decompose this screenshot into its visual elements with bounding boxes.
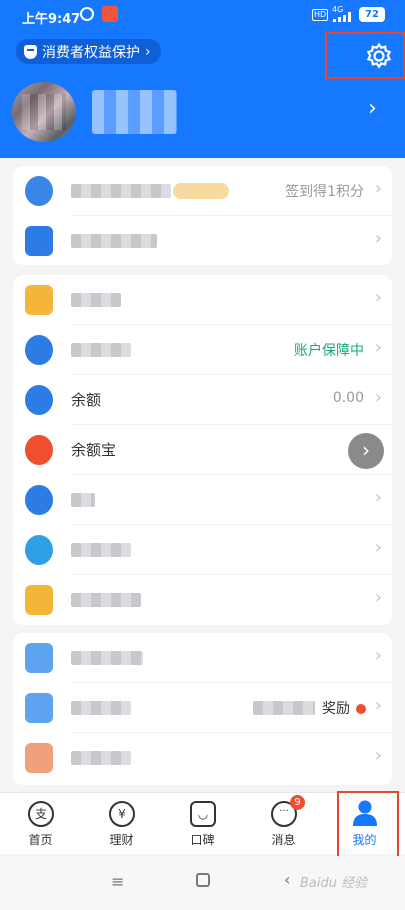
list-item[interactable]: ›	[13, 733, 392, 783]
list-item[interactable]: ›	[13, 633, 392, 683]
balance-label: 余额	[71, 391, 102, 409]
list-item[interactable]: ›	[13, 275, 392, 325]
chevron-right-icon: ›	[374, 537, 382, 558]
chevron-right-icon: ›	[374, 337, 382, 358]
balance-value: 0.00	[332, 390, 364, 406]
member-badge	[173, 183, 229, 199]
avatar[interactable]	[12, 82, 76, 142]
home-icon[interactable]	[196, 873, 210, 887]
watermark: Baidu 经验	[300, 876, 368, 891]
profile-header: 上午9:47 HD 4G 72 消费者权益保护 › ›	[0, 0, 405, 158]
list-item[interactable]: ›	[13, 475, 392, 525]
member-card: 签到得1积分 › ›	[13, 166, 392, 265]
settings-highlight	[325, 32, 405, 79]
account-safety-value: 账户保障中	[294, 343, 364, 359]
chevron-right-icon: ›	[374, 587, 382, 608]
floating-arrow-button[interactable]: ›	[348, 433, 384, 469]
blurred-label	[71, 184, 171, 198]
red-dot-icon	[356, 704, 366, 714]
status-bar: 上午9:47 HD 4G 72	[0, 0, 405, 32]
list-item[interactable]: ›	[13, 525, 392, 575]
blurred-label	[71, 701, 131, 715]
blurred-label	[71, 751, 131, 765]
chevron-right-icon: ›	[374, 178, 382, 199]
blurred-value	[253, 701, 315, 715]
bill-icon	[25, 285, 53, 315]
services-card: › 奖励 › ›	[13, 633, 392, 785]
list-item[interactable]: 签到得1积分 ›	[13, 166, 392, 216]
chevron-right-icon: ›	[374, 387, 382, 408]
signal-icon	[333, 12, 353, 22]
gear-icon[interactable]	[365, 42, 393, 70]
list-item[interactable]: ›	[13, 216, 392, 266]
tab-label: 理财	[109, 833, 134, 847]
chevron-right-icon[interactable]: ›	[368, 96, 377, 121]
assets-card: › 账户保障中 › 余额 0.00 › 余额宝 › › ›	[13, 275, 392, 625]
koubei-icon: ◡	[190, 801, 216, 827]
list-item-yuebao[interactable]: 余额宝	[13, 425, 392, 475]
consumer-protection-label: 消费者权益保护	[42, 44, 140, 61]
tab-label: 口碑	[190, 833, 215, 847]
tab-koubei[interactable]: ◡ 口碑	[162, 793, 243, 855]
signin-value: 签到得1积分	[285, 184, 364, 200]
tab-label: 首页	[28, 833, 53, 847]
service-icon	[25, 743, 53, 773]
list-item[interactable]: 账户保障中 ›	[13, 325, 392, 375]
blurred-label	[71, 234, 157, 248]
battery-icon: 72	[359, 7, 385, 22]
blurred-label	[71, 651, 143, 665]
tab-home[interactable]: 支 首页	[0, 793, 81, 855]
shield-icon	[24, 44, 37, 59]
chevron-right-icon: ›	[374, 487, 382, 508]
blurred-label	[71, 293, 121, 307]
alarm-icon	[80, 7, 94, 21]
blurred-label	[71, 493, 95, 507]
alipay-icon: 支	[28, 801, 54, 827]
reward-label: 奖励	[322, 701, 350, 717]
chevron-right-icon: ›	[374, 287, 382, 308]
blurred-label	[71, 543, 131, 557]
fund-icon	[25, 535, 53, 565]
list-item[interactable]: 奖励 ›	[13, 683, 392, 733]
tab-label: 消息	[271, 833, 296, 847]
shop-icon	[25, 226, 53, 256]
yuebao-icon	[25, 435, 53, 465]
username-blurred	[92, 90, 177, 134]
balance-icon	[25, 385, 53, 415]
yen-icon: ¥	[109, 801, 135, 827]
blurred-label	[71, 343, 131, 357]
service-icon	[25, 643, 53, 673]
notification-app-icon	[102, 6, 118, 22]
tab-mine-highlight	[337, 791, 399, 861]
consumer-protection-button[interactable]: 消费者权益保护 ›	[16, 39, 161, 64]
blurred-label	[71, 593, 141, 607]
member-icon	[25, 176, 53, 206]
chevron-right-icon: ›	[374, 645, 382, 666]
chevron-right-icon: ›	[374, 745, 382, 766]
chevron-right-icon: ›	[374, 695, 382, 716]
hd-icon: HD	[312, 9, 329, 21]
clock-icon	[25, 335, 53, 365]
menu-icon[interactable]: ≡	[111, 872, 124, 891]
chevron-right-icon: ›	[145, 43, 151, 60]
insurance-icon	[25, 585, 53, 615]
tab-messages[interactable]: ··· 消息	[243, 793, 324, 855]
messages-badge: 9	[290, 795, 305, 810]
finance-icon	[25, 485, 53, 515]
yuebao-label: 余额宝	[71, 441, 117, 459]
list-item-balance[interactable]: 余额 0.00 ›	[13, 375, 392, 425]
chevron-right-icon: ›	[374, 228, 382, 249]
back-icon[interactable]: ‹	[284, 870, 290, 889]
service-icon	[25, 693, 53, 723]
list-item[interactable]: ›	[13, 575, 392, 625]
tab-wealth[interactable]: ¥ 理财	[81, 793, 162, 855]
status-time: 上午9:47	[22, 12, 81, 27]
